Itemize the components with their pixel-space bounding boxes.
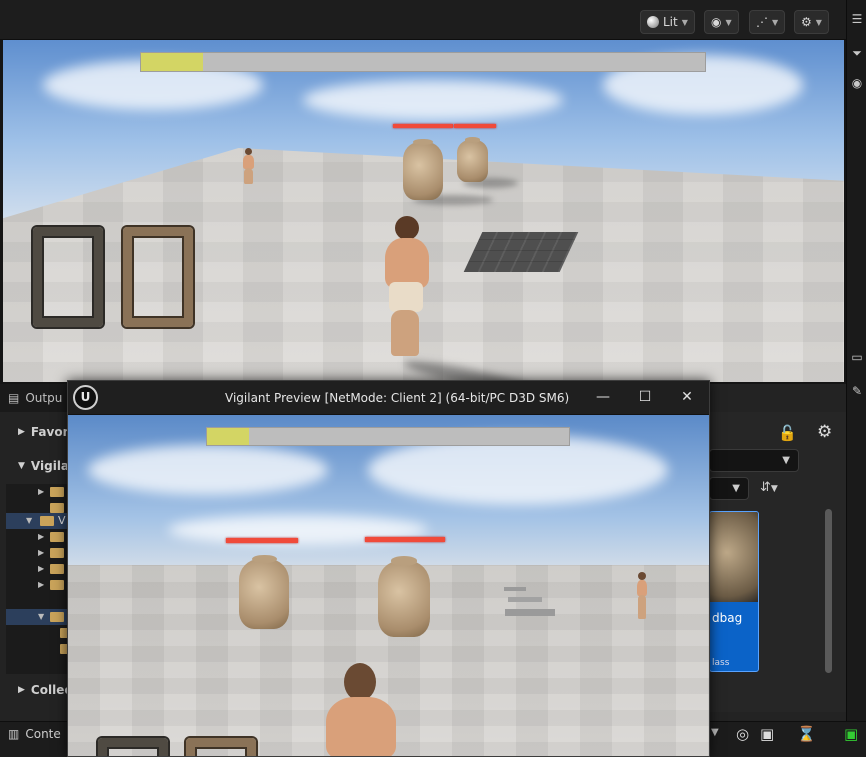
tree-row[interactable]: ▶ <box>6 529 68 545</box>
asset-tile-selected[interactable]: dbag lass <box>709 511 759 672</box>
collections-section[interactable]: ▶ Collec <box>0 676 71 704</box>
viewport-settings-button[interactable]: ⚙ ▼ <box>794 10 829 34</box>
source-control-icon[interactable]: ◎ <box>736 725 749 743</box>
folder-icon[interactable]: ▭ <box>850 350 864 364</box>
distant-character <box>239 148 259 186</box>
pie-window-title: Vigilant Preview [NetMode: Client 2] (64… <box>225 391 570 405</box>
distant-slab <box>505 609 555 616</box>
chevron-down-icon: ▼ <box>732 483 740 494</box>
asset-scrollbar[interactable] <box>825 509 832 673</box>
chevron-down-icon: ▼ <box>782 455 790 466</box>
list-icon[interactable]: ☰ <box>850 12 864 26</box>
inventory-slot-frame <box>98 738 168 756</box>
hourglass-icon[interactable]: ⌛ <box>797 725 816 743</box>
content-drawer-button[interactable]: ▥ Conte <box>8 727 61 741</box>
details-side-strip: ☰ ⏷ ◉ ▭ ✎ <box>846 0 866 757</box>
chevron-down-icon[interactable]: ▼ <box>711 727 719 738</box>
asset-thumbnail <box>710 512 758 602</box>
project-section[interactable]: ▼ Vigila <box>0 452 70 480</box>
tree-row[interactable]: ▶ <box>6 577 68 593</box>
filter-dropdown[interactable]: ▼ <box>709 477 749 500</box>
play-in-editor-window[interactable]: U Vigilant Preview [NetMode: Client 2] (… <box>67 380 710 757</box>
sparkle-icon: ⋰ <box>756 15 768 29</box>
chevron-right-icon: ▶ <box>18 427 25 437</box>
hud-progress-fill <box>207 428 249 445</box>
clapper-icon: ▤ <box>8 391 20 405</box>
clay-jar <box>378 556 430 637</box>
sort-button[interactable]: ⇵▼ <box>760 480 778 495</box>
tree-row[interactable]: ▶ <box>6 484 68 500</box>
tree-folder-label: V <box>58 514 66 527</box>
tree-row-selected[interactable]: ▼ V <box>6 513 68 529</box>
pie-game-viewport[interactable] <box>68 415 709 756</box>
viewport-toolbar: Lit ▼ ◉ ▼ ⋰ ▼ ⚙ ▼ <box>0 0 866 40</box>
cloud <box>88 445 328 495</box>
level-viewport[interactable] <box>3 40 844 382</box>
maximize-button[interactable]: ☐ <box>631 385 659 409</box>
pie-window-titlebar[interactable]: U Vigilant Preview [NetMode: Client 2] (… <box>68 381 709 415</box>
asset-class: lass <box>712 658 730 668</box>
project-label: Vigila <box>30 459 70 473</box>
distant-slab <box>504 587 526 591</box>
chevron-right-icon: ▶ <box>18 685 25 695</box>
stone-slab <box>463 232 579 272</box>
jar-health-bar <box>393 124 453 128</box>
asset-name: dbag <box>712 611 743 625</box>
revision-control-status-icon[interactable]: ▣ <box>844 725 858 743</box>
favorites-label: Favor <box>30 425 69 439</box>
clay-jar <box>457 137 488 182</box>
chevron-down-icon: ▼ <box>681 17 688 27</box>
view-mode-label: Lit <box>663 15 678 29</box>
eye-icon: ◉ <box>711 15 722 29</box>
chevron-down-icon: ▼ <box>725 17 732 27</box>
hud-progress-bar <box>140 52 706 72</box>
minimize-button[interactable]: — <box>589 385 617 409</box>
tree-row[interactable]: ▶ <box>6 561 68 577</box>
cloud <box>303 80 563 120</box>
lock-icon[interactable]: 🔓 <box>778 424 797 442</box>
tree-row[interactable] <box>6 641 74 657</box>
drawer-icon: ▥ <box>8 727 20 741</box>
player-character <box>322 663 402 756</box>
jar-health-bar <box>454 124 496 128</box>
jar-health-bar <box>365 537 445 542</box>
favorites-section[interactable]: ▶ Favor <box>0 418 69 446</box>
collections-label: Collec <box>30 683 72 697</box>
lit-sphere-icon <box>647 16 659 28</box>
show-flags-button[interactable]: ◉ ▼ <box>704 10 739 34</box>
output-tab-label: Outpu <box>25 391 63 405</box>
gear-icon[interactable]: ⚙ <box>817 422 832 442</box>
pencil-icon[interactable]: ✎ <box>850 384 864 398</box>
clay-jar <box>239 554 289 629</box>
distant-slab <box>508 597 542 602</box>
sort-icon: ⇵ <box>760 480 771 495</box>
chevron-down-icon: ▼ <box>770 484 778 494</box>
player-character <box>373 216 443 362</box>
hud-progress-fill <box>141 53 204 71</box>
tree-row[interactable] <box>6 625 74 641</box>
inventory-slot-frame <box>123 227 193 327</box>
jar-health-bar <box>226 538 298 543</box>
chevron-down-icon: ▼ <box>18 461 25 471</box>
chevron-down-icon: ▼ <box>815 17 822 27</box>
distant-character <box>634 572 650 620</box>
eye-icon[interactable]: ◉ <box>850 76 864 90</box>
inventory-slot-frame <box>186 738 256 756</box>
path-dropdown[interactable]: ▼ <box>709 449 799 472</box>
close-button[interactable]: ✕ <box>673 385 701 409</box>
chevron-down-icon: ▼ <box>772 17 779 27</box>
inventory-slot-frame <box>33 227 103 327</box>
tree-row-selected[interactable]: ▼ <box>6 609 68 625</box>
derived-data-icon[interactable]: ▣ <box>760 725 774 743</box>
unreal-logo-icon: U <box>73 385 98 410</box>
tree-row[interactable]: ▶ <box>6 545 68 561</box>
content-drawer-label: Conte <box>25 727 61 741</box>
filter-icon[interactable]: ⏷ <box>850 46 864 60</box>
view-mode-button[interactable]: Lit ▼ <box>640 10 695 34</box>
hud-progress-bar <box>206 427 570 446</box>
gear-icon: ⚙ <box>801 15 812 29</box>
clay-jar <box>403 138 443 200</box>
realtime-button[interactable]: ⋰ ▼ <box>749 10 786 34</box>
folder-tree: ▶ ▼ V ▶ ▶ ▶ ▶ ▼ <box>6 484 74 674</box>
